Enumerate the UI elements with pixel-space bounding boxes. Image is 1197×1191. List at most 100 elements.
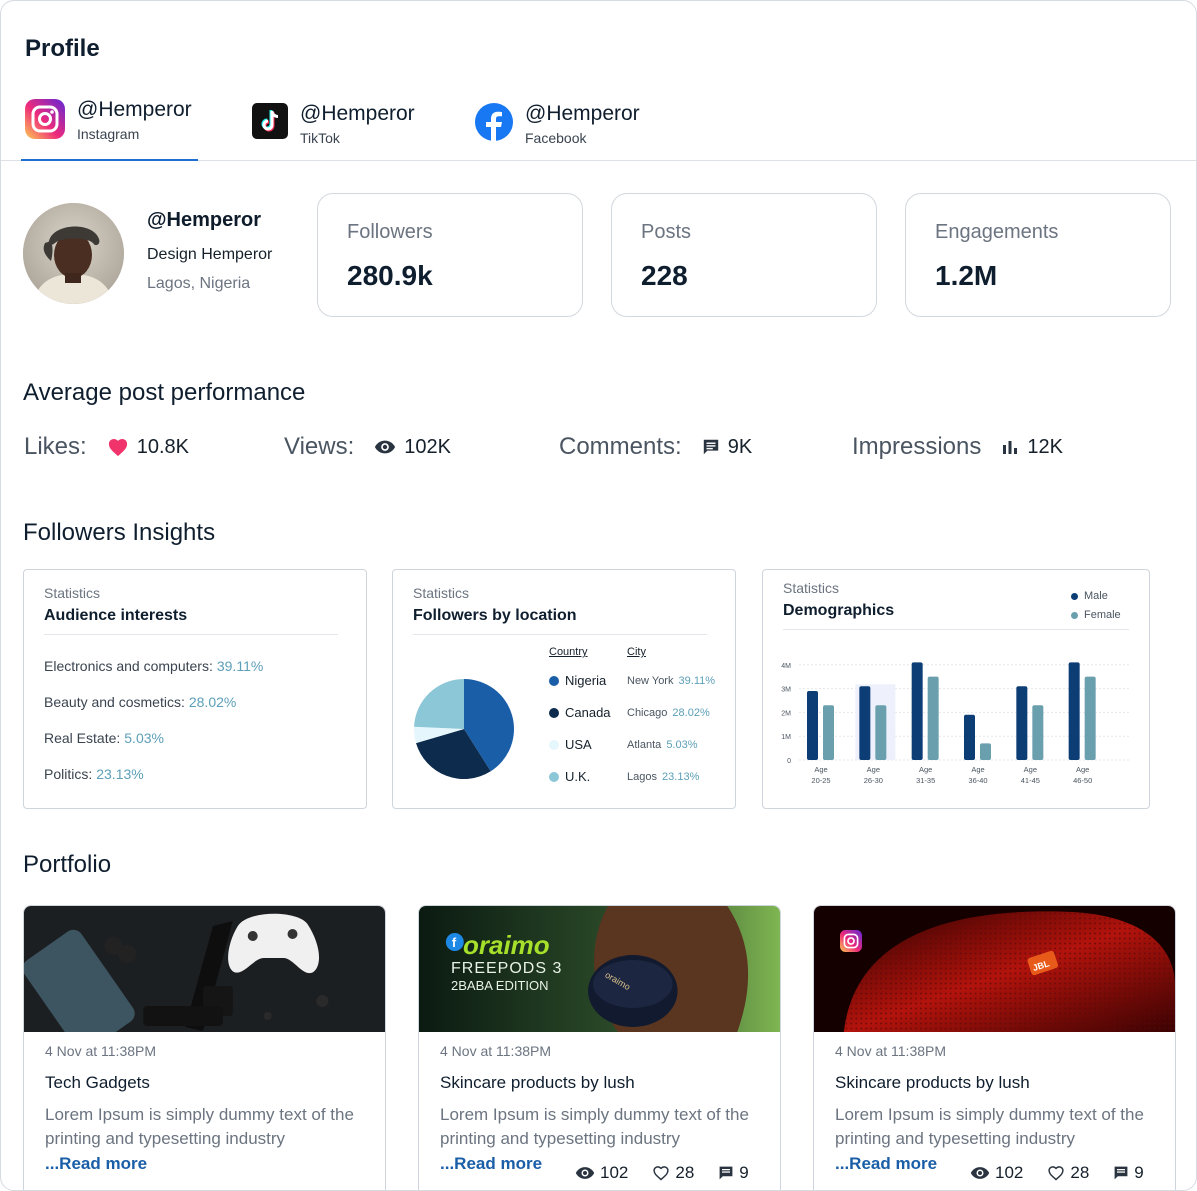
tab-platform: TikTok bbox=[300, 130, 340, 146]
x-tick-label: Age bbox=[971, 765, 984, 774]
portfolio-image-jbl: JBL bbox=[814, 906, 1175, 1032]
performance-title: Average post performance bbox=[23, 379, 306, 406]
interest-label: Beauty and cosmetics: bbox=[44, 694, 185, 710]
card-subtitle: Statistics bbox=[44, 585, 101, 601]
portfolio-card[interactable]: JBL 4 Nov at 11:38PM Skincare products b… bbox=[813, 905, 1176, 1190]
stat-value: 228 bbox=[641, 260, 688, 291]
bar-male bbox=[1016, 686, 1028, 760]
post-stats: 102 28 9 bbox=[575, 1163, 749, 1183]
stat-label: Followers bbox=[347, 221, 433, 243]
read-more-link[interactable]: ...Read more bbox=[45, 1154, 147, 1174]
card-title: Followers by location bbox=[413, 607, 577, 624]
profile-page: Profile @Hemperor Instagram @Hemperor Ti… bbox=[0, 0, 1197, 1191]
views-value: 102K bbox=[404, 435, 451, 458]
bar-female bbox=[1084, 676, 1096, 760]
interest-item: Real Estate: 5.03% bbox=[44, 730, 164, 746]
y-tick-label: 4M bbox=[781, 663, 791, 670]
stat-value: 280.9k bbox=[347, 260, 433, 291]
legend-label: Female bbox=[1084, 609, 1121, 621]
eye-icon bbox=[970, 1167, 990, 1179]
portfolio-card[interactable]: f oraimo oraimo FREEPODS 3 2BABA EDITION… bbox=[418, 905, 781, 1190]
heart-outline-icon bbox=[653, 1166, 670, 1181]
bar-male bbox=[859, 686, 871, 760]
platform-tabs: @Hemperor Instagram @Hemperor TikTok @He… bbox=[1, 91, 1196, 161]
tab-handle: @Hemperor bbox=[77, 98, 192, 121]
legend-dot bbox=[1071, 592, 1078, 600]
legend-label: Male bbox=[1084, 590, 1108, 602]
country-name: Nigeria bbox=[565, 673, 607, 688]
bar-female bbox=[1032, 705, 1044, 760]
tab-handle: @Hemperor bbox=[300, 102, 415, 125]
stat-card-engagements: Engagements 1.2M bbox=[905, 193, 1171, 317]
tab-platform: Facebook bbox=[525, 130, 587, 146]
y-tick-label: 0 bbox=[787, 758, 791, 765]
tab-handle: @Hemperor bbox=[525, 102, 640, 125]
city-pct: 23.13% bbox=[662, 771, 700, 783]
insights-title: Followers Insights bbox=[23, 519, 216, 546]
likes-count: 28 bbox=[1070, 1163, 1090, 1182]
bar-female bbox=[823, 705, 834, 760]
x-tick-label: 31-35 bbox=[916, 776, 935, 785]
interest-pct: 5.03% bbox=[124, 730, 164, 746]
x-tick-label: 46-50 bbox=[1073, 776, 1092, 785]
post-title: Tech Gadgets bbox=[45, 1073, 150, 1092]
eye-icon bbox=[575, 1167, 595, 1179]
tab-platform: Instagram bbox=[77, 126, 140, 142]
city-header: City bbox=[627, 646, 646, 658]
brand-logo-text: oraimo bbox=[463, 930, 550, 960]
read-more-link[interactable]: ...Read more bbox=[440, 1154, 542, 1174]
post-stats: 102 28 9 bbox=[970, 1163, 1144, 1183]
perf-comments: Comments: 9K bbox=[559, 431, 752, 463]
tab-facebook[interactable]: @Hemperor Facebook bbox=[475, 101, 640, 165]
profile-name: Design Hemperor bbox=[147, 246, 273, 263]
post-body: Lorem Ipsum is simply dummy text of the … bbox=[45, 1105, 354, 1148]
city-item: Chicago 28.02% bbox=[627, 707, 710, 719]
post-title: Skincare products by lush bbox=[440, 1073, 635, 1092]
card-title: Demographics bbox=[783, 602, 895, 619]
likes-value: 10.8K bbox=[136, 435, 189, 458]
location-row: Canada bbox=[549, 705, 611, 720]
interest-item: Politics: 23.13% bbox=[44, 766, 144, 782]
likes-count: 28 bbox=[675, 1163, 695, 1182]
city-pct: 39.11% bbox=[678, 675, 716, 687]
stat-label: Engagements bbox=[935, 221, 1059, 243]
demographics-bar-chart: 0 1M 2M 3M 4M Age 20-25 Age 26-30 Age 31-35 Age 36-4… bbox=[781, 662, 1129, 785]
eye-icon bbox=[375, 440, 396, 454]
impressions-label: Impressions bbox=[852, 433, 982, 460]
location-row: Nigeria bbox=[549, 673, 606, 688]
demographics-card: Statistics Demographics Male Female 0 1M 2… bbox=[762, 569, 1150, 809]
interest-pct: 39.11% bbox=[216, 658, 264, 674]
post-body: Lorem Ipsum is simply dummy text of the … bbox=[835, 1105, 1144, 1148]
city-name: Lagos bbox=[627, 771, 657, 783]
heart-icon bbox=[108, 439, 127, 457]
instagram-badge-icon bbox=[840, 930, 862, 957]
comment-icon bbox=[703, 439, 718, 455]
legend-dot bbox=[549, 707, 559, 718]
card-subtitle: Statistics bbox=[783, 580, 840, 596]
tab-instagram[interactable]: @Hemperor Instagram bbox=[21, 97, 198, 161]
interest-label: Real Estate: bbox=[44, 730, 121, 746]
tab-tiktok[interactable]: @Hemperor TikTok bbox=[252, 101, 415, 165]
comment-icon bbox=[1114, 1166, 1128, 1180]
image-caption: FREEPODS 3 bbox=[451, 960, 563, 977]
portfolio-card[interactable]: 4 Nov at 11:38PM Tech Gadgets Lorem Ipsu… bbox=[23, 905, 386, 1190]
x-tick-label: Age bbox=[867, 765, 880, 774]
legend-dot bbox=[549, 771, 559, 782]
instagram-icon bbox=[25, 99, 65, 139]
stat-card-posts: Posts 228 bbox=[611, 193, 877, 317]
city-name: Chicago bbox=[627, 707, 668, 719]
read-more-link[interactable]: ...Read more bbox=[835, 1154, 937, 1174]
city-pct: 28.02% bbox=[672, 707, 710, 719]
legend-dot bbox=[549, 675, 559, 686]
stat-label: Posts bbox=[641, 221, 692, 243]
stat-card-followers: Followers 280.9k bbox=[317, 193, 583, 317]
legend-female: Female bbox=[1071, 609, 1121, 621]
x-tick-label: 20-25 bbox=[811, 776, 830, 785]
legend-dot bbox=[1071, 611, 1078, 619]
bar-male bbox=[1068, 662, 1080, 760]
likes-label: Likes: bbox=[24, 433, 87, 460]
bar-female bbox=[875, 705, 887, 760]
heart-outline-icon bbox=[1048, 1166, 1065, 1181]
bar-female bbox=[980, 743, 991, 760]
legend-male: Male bbox=[1071, 590, 1108, 602]
